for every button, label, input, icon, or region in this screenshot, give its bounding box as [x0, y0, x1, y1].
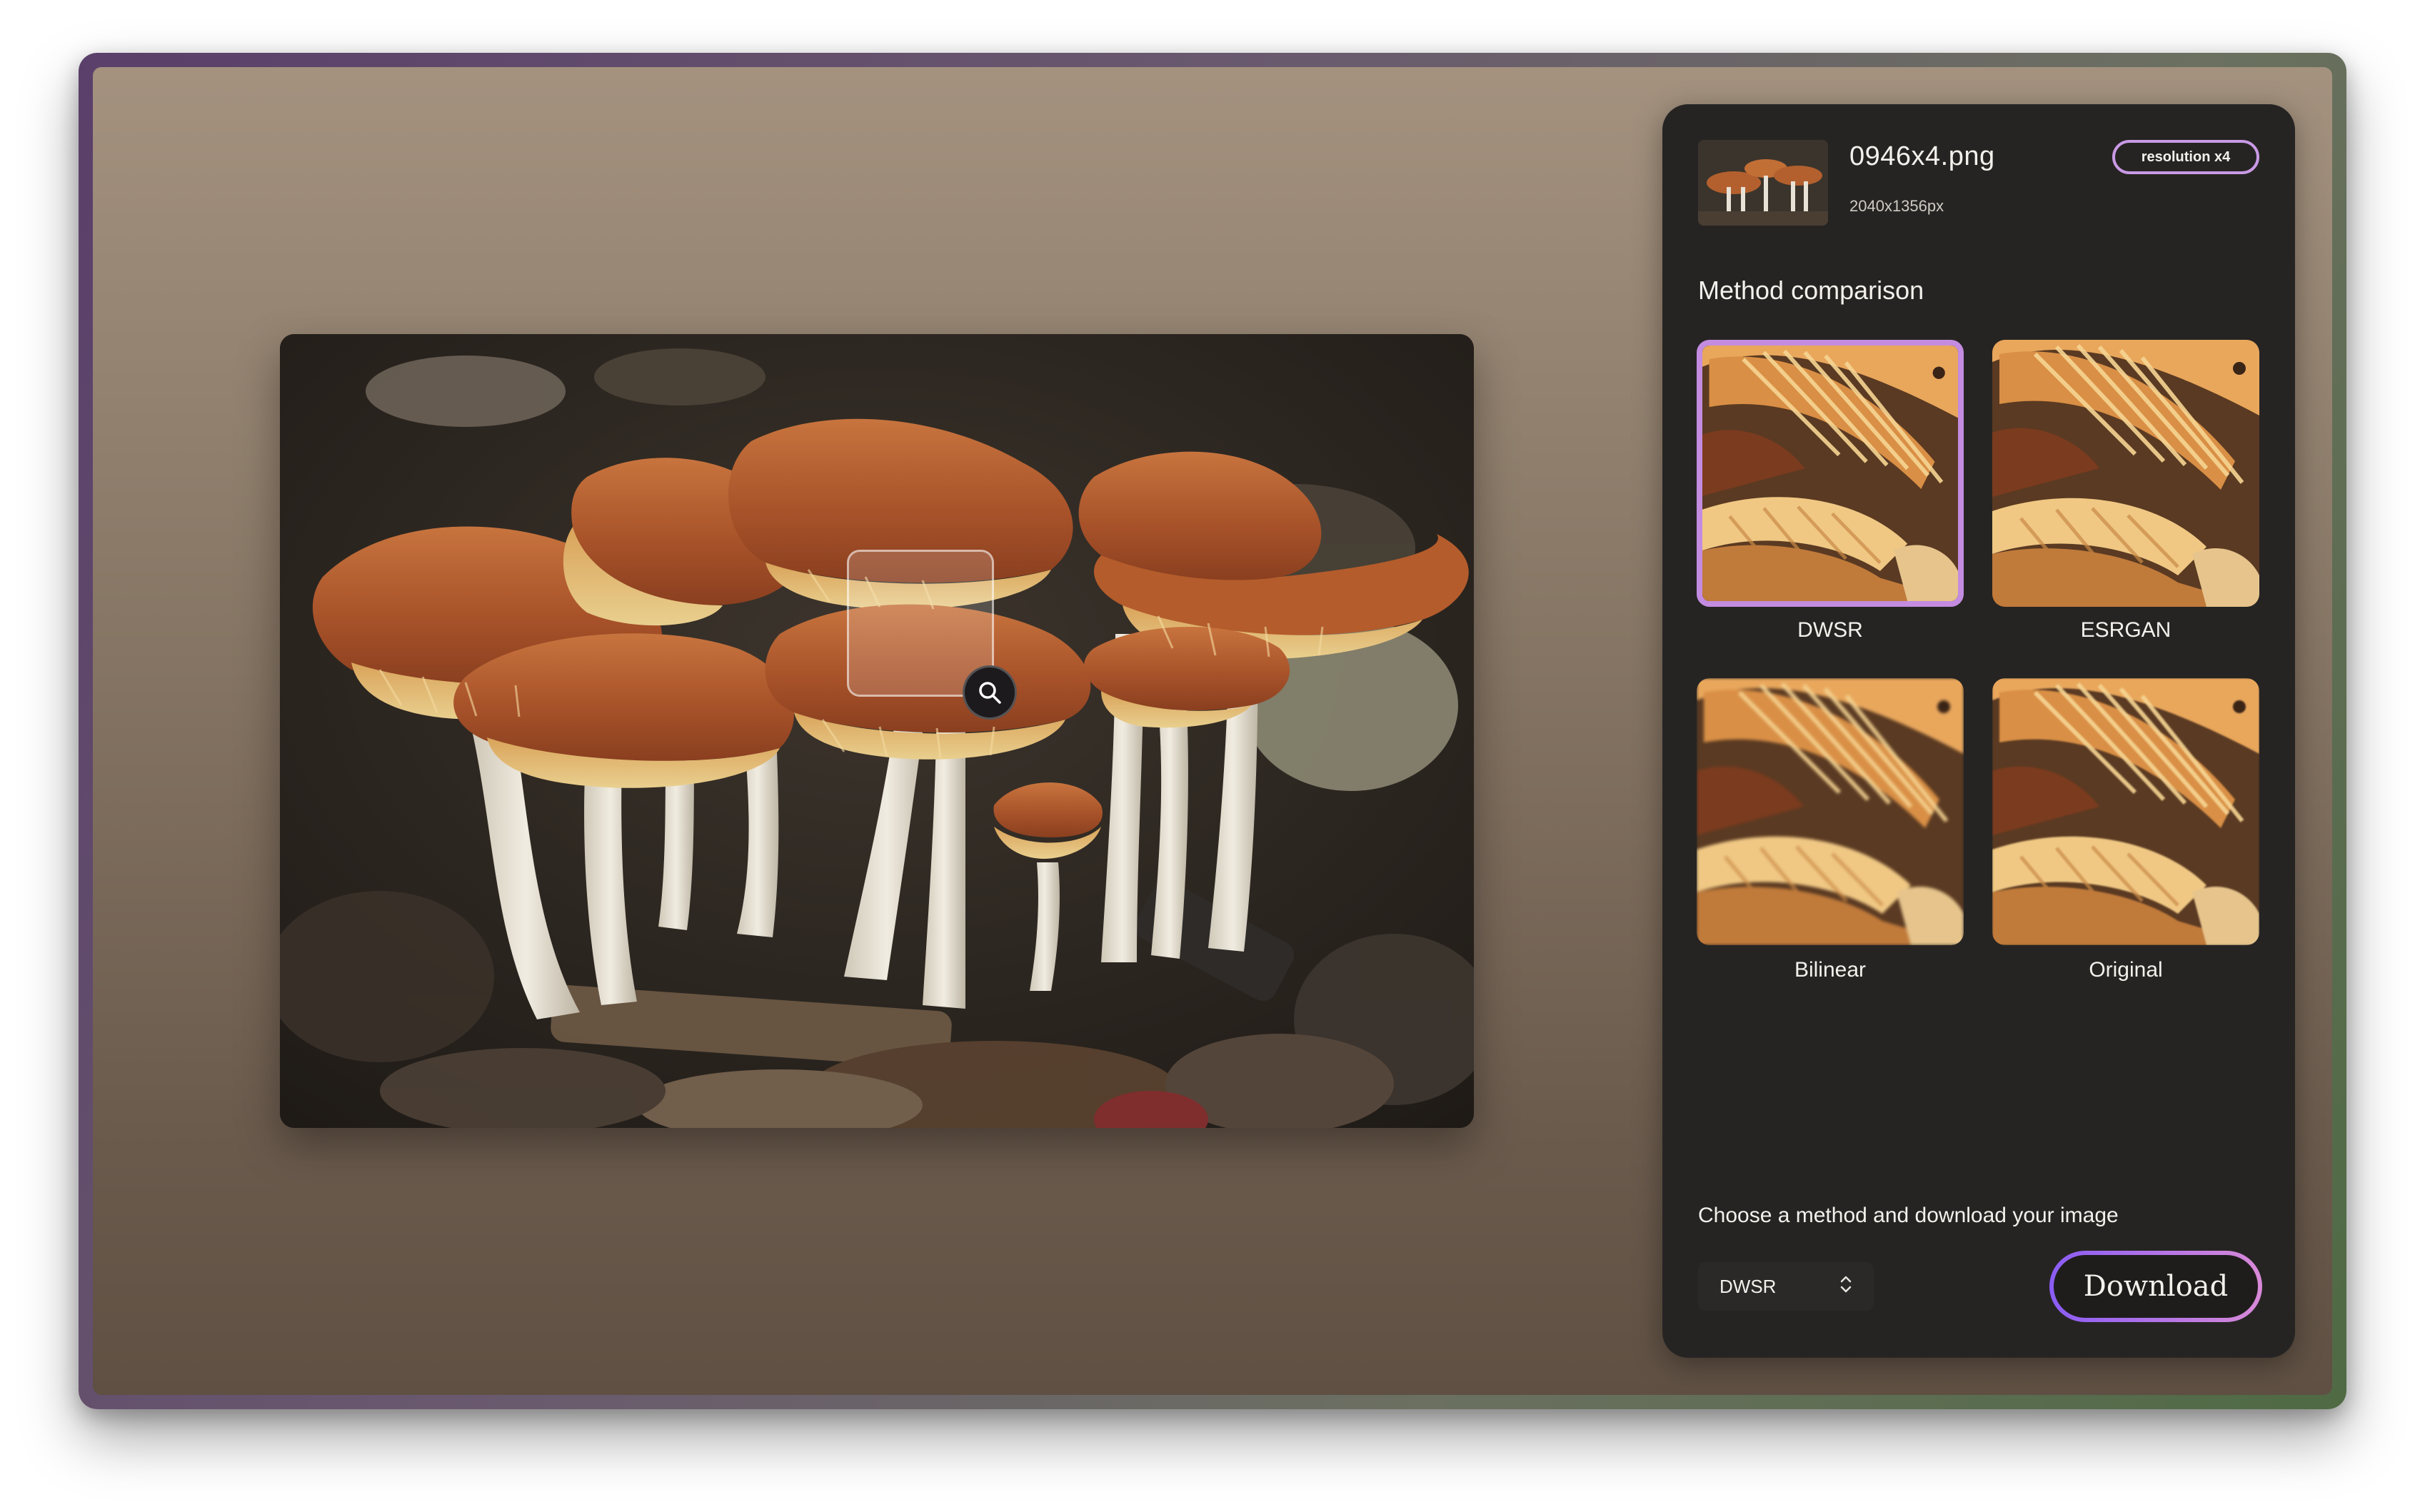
- method-label-original: Original: [2089, 958, 2163, 982]
- download-button[interactable]: Download: [2049, 1251, 2262, 1322]
- chevron-up-down-icon: [1839, 1274, 1852, 1299]
- method-label-bilinear: Bilinear: [1794, 958, 1867, 982]
- method-tile-bilinear[interactable]: [1697, 678, 1964, 945]
- method-select[interactable]: DWSR: [1698, 1262, 1874, 1311]
- method-tile-esrgan[interactable]: [1992, 340, 2259, 607]
- file-name: 0946x4.png: [1849, 141, 1995, 171]
- main-preview-image[interactable]: [280, 334, 1474, 1128]
- resolution-badge: resolution x4: [2112, 140, 2259, 174]
- file-dimensions: 2040x1356px: [1849, 197, 1944, 215]
- magnifier-icon[interactable]: [963, 665, 1017, 720]
- method-tile-original[interactable]: [1992, 678, 2259, 945]
- download-hint: Choose a method and download your image: [1698, 1204, 2119, 1227]
- file-thumbnail: [1698, 140, 1828, 226]
- method-label-esrgan: ESRGAN: [2080, 618, 2172, 642]
- method-label-dwsr: DWSR: [1797, 618, 1863, 642]
- method-tile-dwsr[interactable]: [1697, 340, 1964, 607]
- section-title: Method comparison: [1698, 276, 1924, 305]
- side-panel: 0946x4.png 2040x1356px resolution x4 Met…: [1662, 104, 2295, 1358]
- method-select-value: DWSR: [1719, 1275, 1777, 1297]
